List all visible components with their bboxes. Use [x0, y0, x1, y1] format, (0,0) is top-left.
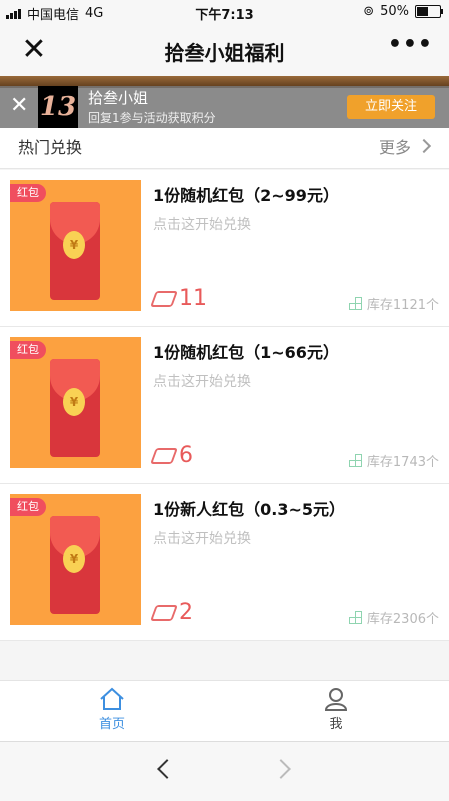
item-stock: 库存2306个: [348, 608, 439, 627]
browser-toolbar: [0, 741, 449, 801]
status-bar: 中国电信 4G 下午7:13 ⊚ 50%: [0, 0, 449, 24]
points-icon: [150, 604, 178, 621]
stock-icon: [348, 296, 363, 311]
item-title: 1份随机红包（2~99元）: [153, 186, 339, 205]
battery-icon: [415, 5, 443, 18]
nav-bar: ✕ 拾叁小姐福利 •••: [0, 24, 449, 76]
rotation-lock-icon: ⊚: [363, 4, 375, 19]
stock-label: 库存1121个: [366, 298, 439, 313]
stock-icon: [348, 610, 363, 625]
item-stock: 库存1121个: [348, 294, 439, 313]
follow-button[interactable]: 立即关注: [347, 95, 435, 119]
item-tag: 红包: [10, 341, 46, 359]
list-item[interactable]: ¥ 红包 1份新人红包（0.3~5元） 点击这开始兑换 2 库存2306个: [0, 484, 449, 641]
item-subtitle: 点击这开始兑换: [153, 374, 251, 390]
price-value: 2: [179, 600, 193, 625]
tab-home[interactable]: 首页: [72, 687, 152, 732]
page-title: 拾叁小姐福利: [164, 41, 285, 65]
forward-arrow-icon[interactable]: [271, 759, 291, 779]
tab-bar: 首页 我: [0, 680, 449, 741]
follow-banner: ✕ 13 拾叁小姐 回复1参与活动获取积分 立即关注: [0, 86, 449, 128]
item-price: 2: [150, 600, 193, 625]
home-icon: [100, 687, 124, 710]
red-envelope-icon: ¥: [50, 359, 100, 457]
stock-label: 库存1743个: [366, 455, 439, 470]
more-label: 更多: [378, 138, 411, 157]
more-link[interactable]: 更多: [378, 134, 432, 158]
item-stock: 库存1743个: [348, 451, 439, 470]
item-price: 6: [150, 443, 193, 468]
red-envelope-icon: ¥: [50, 202, 100, 300]
stock-label: 库存2306个: [366, 612, 439, 627]
banner-close-icon[interactable]: ✕: [10, 94, 28, 118]
item-title: 1份随机红包（1~66元）: [153, 343, 339, 362]
account-logo: 13: [38, 86, 78, 128]
section-header: 热门兑换 更多: [0, 128, 449, 169]
account-name: 拾叁小姐: [88, 89, 149, 107]
stock-icon: [348, 453, 363, 468]
item-title: 1份新人红包（0.3~5元）: [153, 500, 346, 519]
user-icon: [324, 688, 348, 711]
item-price: 11: [150, 286, 207, 311]
red-envelope-icon: ¥: [50, 516, 100, 614]
more-icon[interactable]: •••: [388, 32, 433, 57]
section-title: 热门兑换: [18, 138, 83, 157]
tab-me[interactable]: 我: [296, 687, 376, 732]
price-value: 11: [179, 286, 207, 311]
account-description: 回复1参与活动获取积分: [88, 111, 216, 125]
battery-percent: 50%: [380, 4, 409, 19]
tab-me-label: 我: [329, 717, 343, 732]
chevron-right-icon: [416, 138, 432, 154]
item-subtitle: 点击这开始兑换: [153, 217, 251, 233]
tab-home-label: 首页: [98, 717, 125, 732]
points-icon: [150, 447, 178, 464]
item-tag: 红包: [10, 184, 46, 202]
list-item[interactable]: ¥ 红包 1份随机红包（1~66元） 点击这开始兑换 6 库存1743个: [0, 327, 449, 484]
price-value: 6: [179, 443, 193, 468]
list-item[interactable]: ¥ 红包 1份随机红包（2~99元） 点击这开始兑换 11 库存1121个: [0, 170, 449, 327]
item-tag: 红包: [10, 498, 46, 516]
points-icon: [150, 290, 178, 307]
exchange-list: ¥ 红包 1份随机红包（2~99元） 点击这开始兑换 11 库存1121个 ¥ …: [0, 170, 449, 641]
item-subtitle: 点击这开始兑换: [153, 531, 251, 547]
back-arrow-icon[interactable]: [157, 759, 177, 779]
